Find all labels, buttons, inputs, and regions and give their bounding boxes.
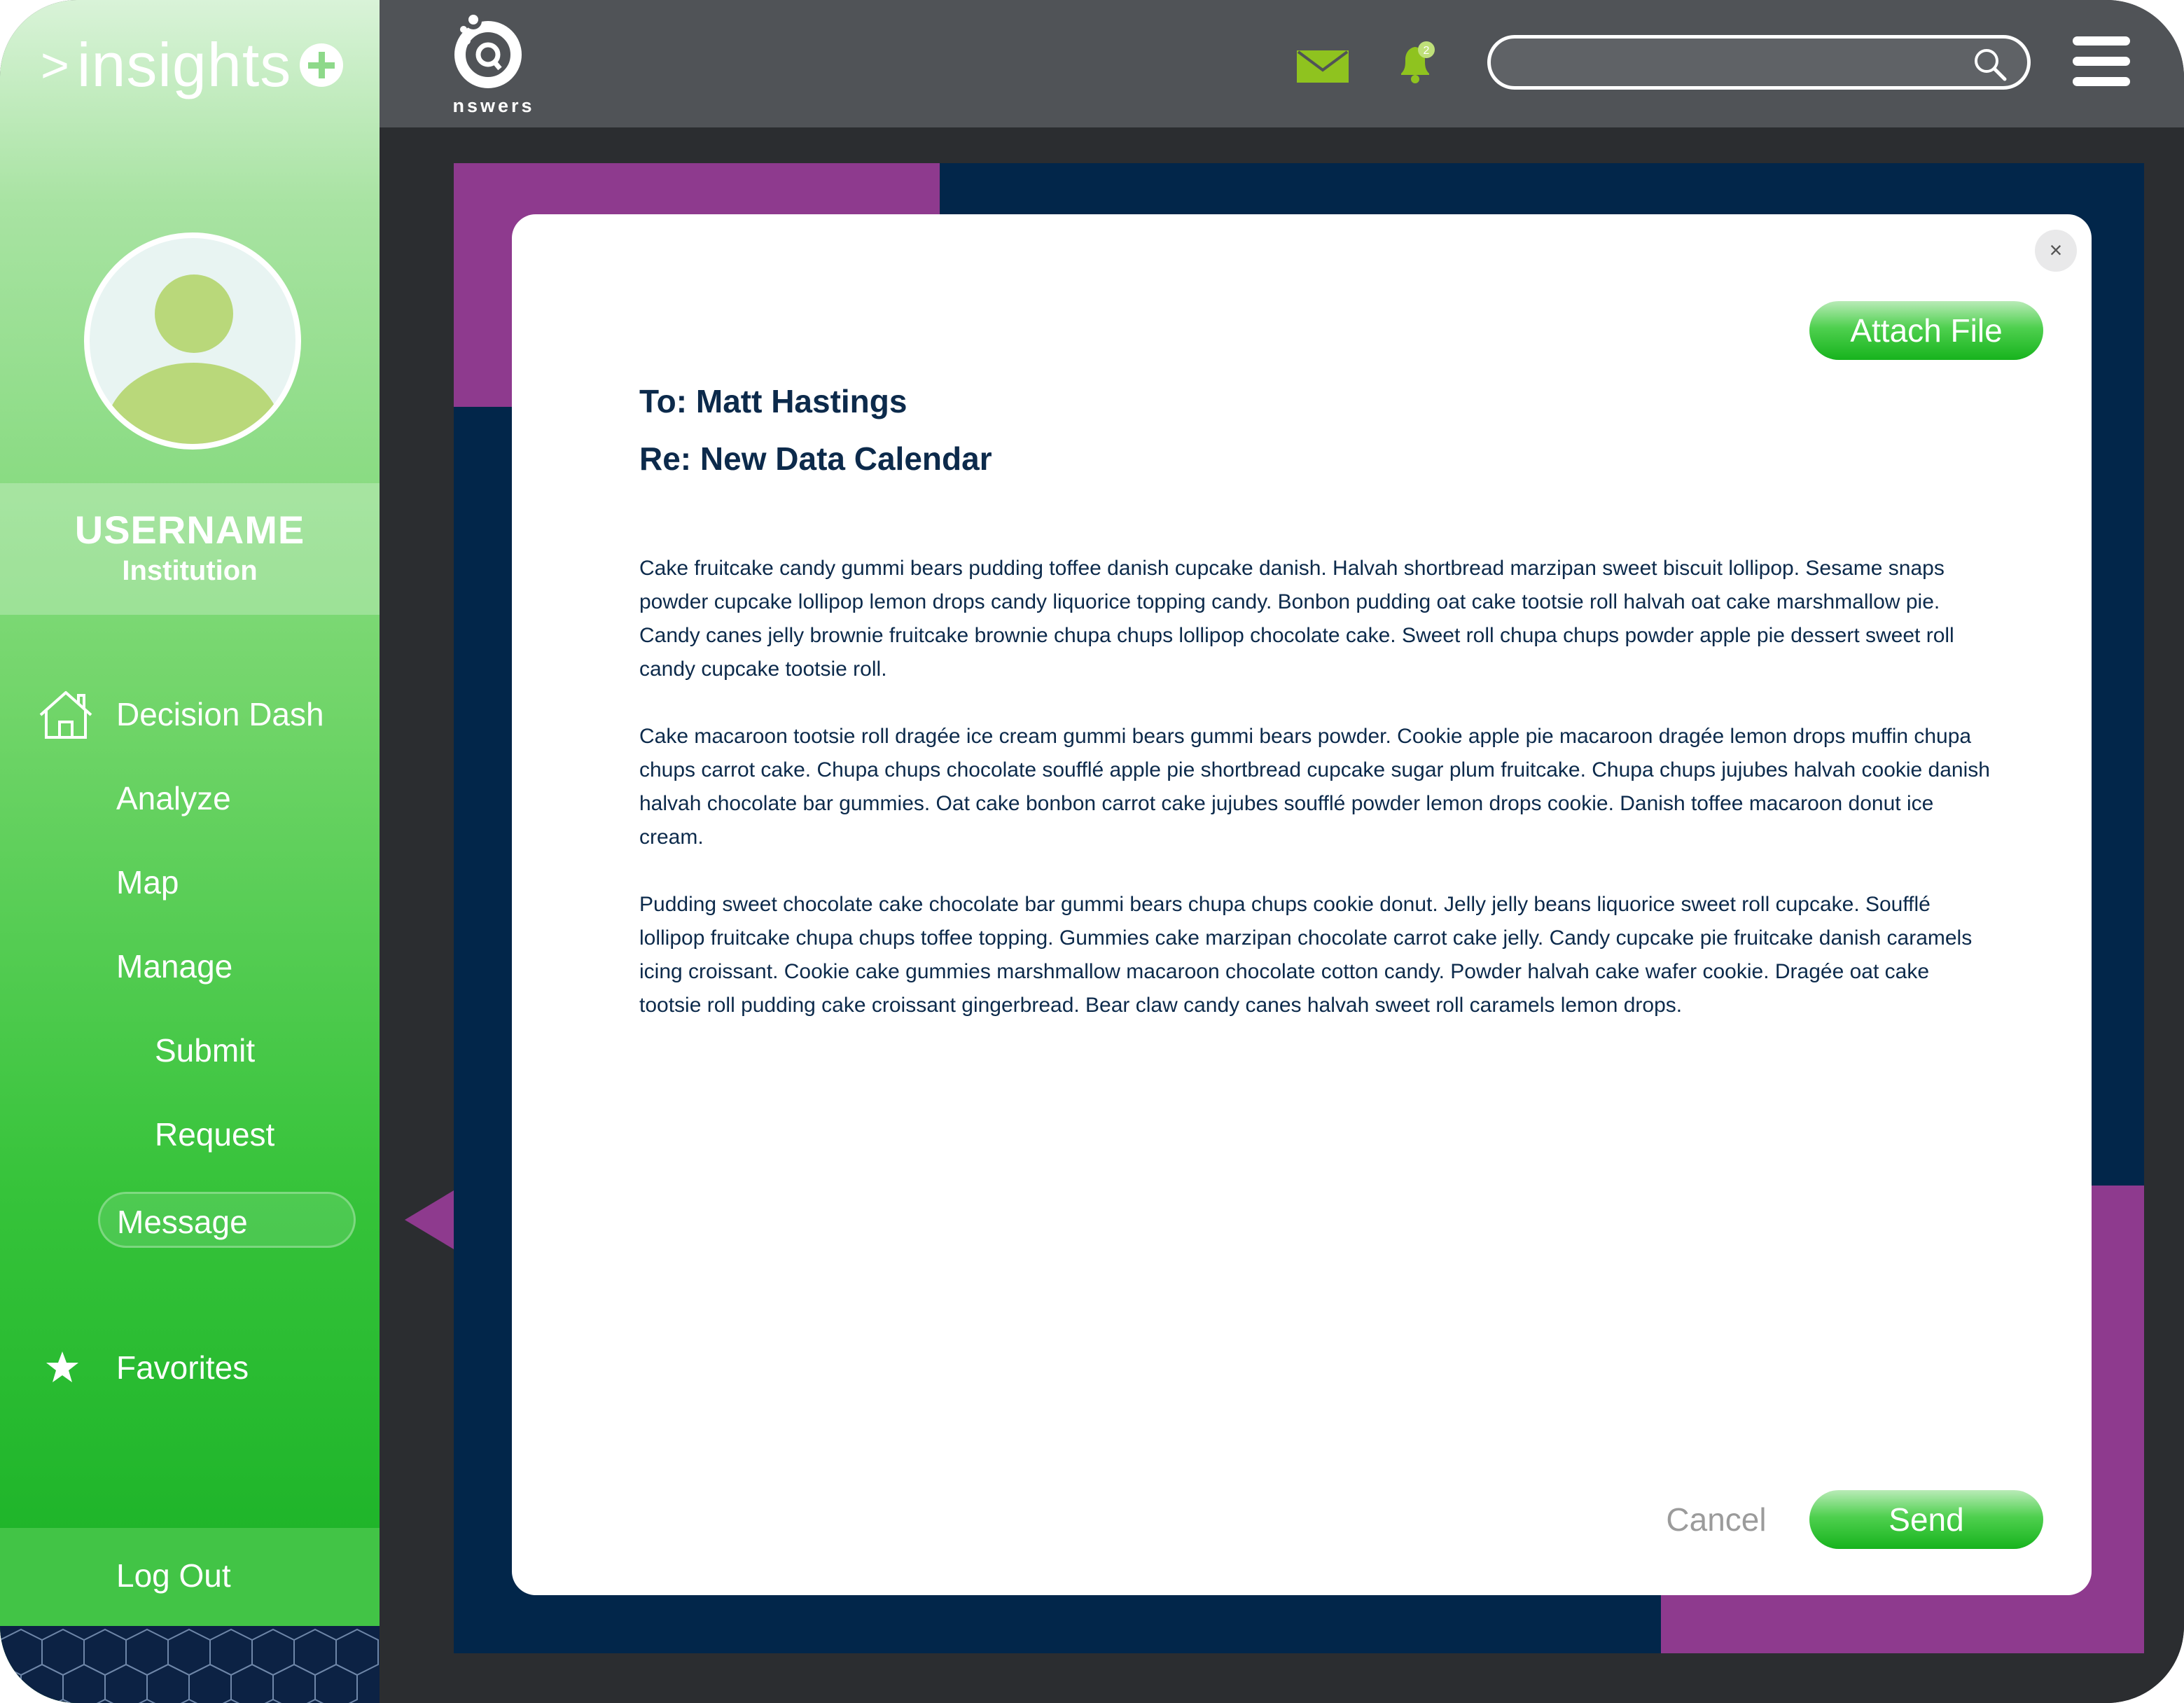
logout-button[interactable]: Log Out: [116, 1548, 231, 1604]
sidebar-item-map[interactable]: Map: [116, 854, 179, 910]
mail-icon[interactable]: [1297, 50, 1349, 83]
avatar-body: [105, 363, 281, 444]
search-input[interactable]: [1512, 44, 1960, 81]
message-subject: Re: New Data Calendar: [639, 440, 992, 477]
brand-logo[interactable]: > insights: [41, 27, 344, 104]
answers-logo[interactable]: nswers: [448, 11, 539, 116]
home-icon: [39, 691, 92, 739]
institution: Institution: [122, 555, 258, 586]
username: USERNAME: [74, 508, 305, 552]
menu-bar: [2073, 36, 2130, 46]
send-button[interactable]: Send: [1809, 1490, 2043, 1549]
message-modal: × Attach File To: Matt Hastings Re: New …: [512, 214, 2092, 1595]
search-box[interactable]: [1487, 35, 2031, 90]
menu-icon[interactable]: [2073, 36, 2130, 87]
notification-count: 2: [1424, 45, 1430, 57]
menu-bar: [2073, 77, 2130, 86]
sidebar-item-decision-dash[interactable]: Decision Dash: [116, 686, 324, 742]
avatar[interactable]: [84, 232, 301, 450]
top-bar: nswers 2: [380, 0, 2184, 127]
sidebar-item-submit[interactable]: Submit: [155, 1022, 255, 1078]
sidebar-item-analyze[interactable]: Analyze: [116, 770, 231, 826]
hexagon-pattern: [0, 1626, 380, 1703]
message-paragraph: Cake macaroon tootsie roll dragée ice cr…: [639, 725, 1990, 849]
brand-name: insights: [76, 30, 292, 99]
star-icon: [46, 1351, 78, 1382]
menu-bar: [2073, 57, 2130, 66]
cancel-button[interactable]: Cancel: [1646, 1490, 1786, 1549]
sidebar-item-request[interactable]: Request: [155, 1106, 274, 1162]
message-paragraph: Cake fruitcake candy gummi bears pudding…: [639, 557, 1954, 681]
user-info: USERNAME Institution: [0, 483, 380, 615]
notification-bell-icon[interactable]: 2: [1391, 39, 1440, 88]
q-logo-icon: [454, 13, 522, 88]
sidebar: > insights USERNAME Institution Decision…: [0, 0, 380, 1703]
app-frame: > insights USERNAME Institution Decision…: [0, 0, 2184, 1703]
close-button[interactable]: ×: [2035, 230, 2077, 272]
sidebar-item-message[interactable]: Message: [98, 1192, 356, 1248]
avatar-head: [155, 274, 233, 353]
brand-prefix: >: [41, 38, 70, 92]
logo-wordmark: nswers: [452, 95, 535, 116]
plus-icon: [300, 43, 344, 87]
active-pointer: [405, 1190, 454, 1249]
sidebar-item-favorites[interactable]: Favorites: [116, 1340, 249, 1396]
message-body[interactable]: Cake fruitcake candy gummi bears pudding…: [639, 552, 1991, 1056]
search-icon[interactable]: [1973, 47, 2008, 82]
attach-file-button[interactable]: Attach File: [1809, 301, 2043, 360]
message-recipient: To: Matt Hastings: [639, 383, 907, 419]
sidebar-item-manage[interactable]: Manage: [116, 938, 232, 994]
message-paragraph: Pudding sweet chocolate cake chocolate b…: [639, 893, 1973, 1017]
